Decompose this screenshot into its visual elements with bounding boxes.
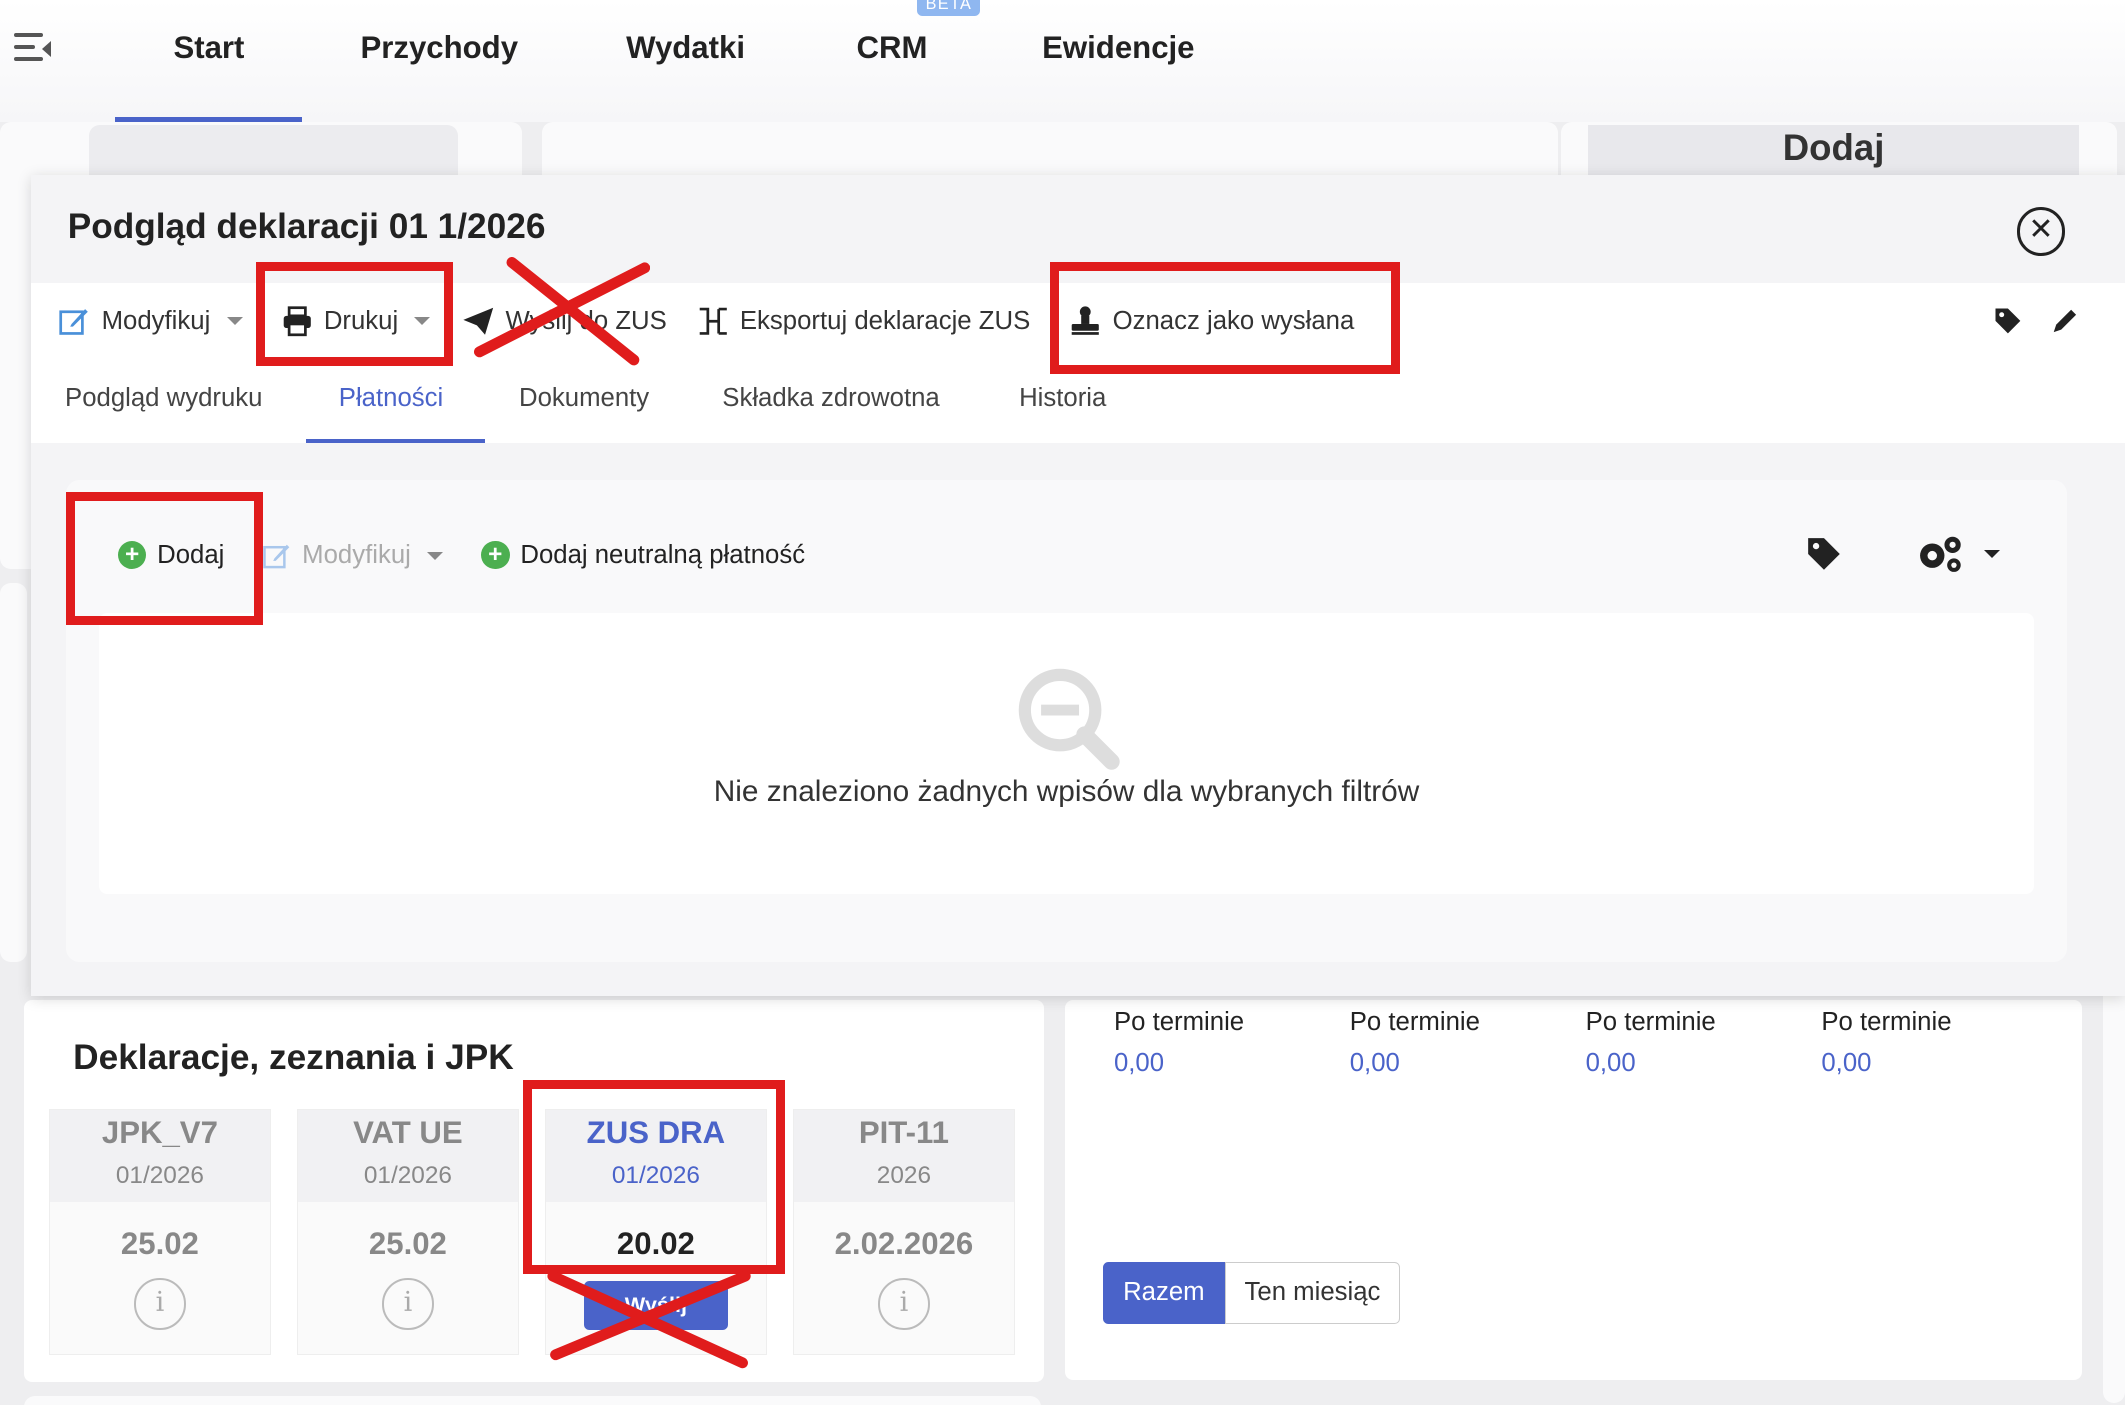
background-add-button[interactable]: Dodaj — [1588, 124, 2079, 179]
modify-payment-button[interactable]: Modyfikuj — [262, 541, 444, 571]
declaration-name: VAT UE — [353, 1114, 463, 1150]
tab-payments[interactable]: Płatności — [339, 384, 443, 413]
declaration-card-jpk[interactable]: JPK_V7 01/2026 25.02 i — [48, 1108, 272, 1356]
info-icon[interactable]: i — [382, 1278, 434, 1330]
declaration-name: PIT-11 — [858, 1114, 949, 1150]
declarations-title: Deklaracje, zeznania i JPK — [73, 1038, 514, 1078]
annotation-highlight-mark-sent — [1050, 261, 1400, 375]
tab-documents[interactable]: Dokumenty — [519, 384, 649, 413]
gears-icon — [1920, 536, 1961, 572]
modify-label: Modyfikuj — [101, 306, 211, 335]
declaration-name: JPK_V7 — [101, 1114, 218, 1150]
annotation-highlight-print — [256, 261, 453, 366]
overdue-label: Po terminie — [1585, 1008, 1716, 1037]
export-zus-label: Eksportuj deklaracje ZUS — [739, 306, 1031, 335]
declaration-due-date: 25.02 — [368, 1226, 447, 1262]
annotation-highlight-zus-dra — [523, 1080, 785, 1274]
plus-circle-icon: + — [481, 540, 510, 570]
nav-wydatki[interactable]: Wydatki — [626, 30, 745, 66]
declaration-period: 01/2026 — [363, 1161, 452, 1189]
chevron-down-icon — [1983, 550, 2000, 559]
chevron-down-icon — [226, 317, 243, 326]
overdue-label: Po terminie — [1349, 1008, 1480, 1037]
background-card — [0, 582, 28, 963]
tag-icon[interactable] — [1805, 535, 1843, 573]
toggle-this-month[interactable]: Ten miesiąc — [1224, 1261, 1401, 1324]
nav-start[interactable]: Start — [173, 30, 244, 66]
overdue-label: Po terminie — [1821, 1008, 1952, 1037]
tab-history[interactable]: Historia — [1019, 384, 1106, 413]
toggle-total[interactable]: Razem — [1103, 1261, 1225, 1324]
modify-button[interactable]: Modyfikuj — [58, 305, 243, 338]
zoom-out-magnifier-icon — [1018, 668, 1120, 770]
modal-title: Podgląd deklaracji 01 1/2026 — [67, 207, 546, 247]
empty-state: Nie znaleziono żadnych wpisów dla wybran… — [98, 612, 2035, 895]
modify-payment-label: Modyfikuj — [302, 541, 411, 570]
declaration-period: 01/2026 — [115, 1161, 204, 1189]
tag-icon[interactable] — [1993, 306, 2023, 336]
settings-dropdown[interactable] — [1916, 534, 2000, 575]
edit-icon — [59, 308, 89, 335]
menu-collapse-icon[interactable] — [13, 32, 55, 71]
tab-print-preview[interactable]: Podgląd wydruku — [65, 384, 262, 413]
overdue-value: 0,00 — [1113, 1048, 1165, 1077]
close-icon[interactable]: ✕ — [2016, 207, 2066, 257]
export-zus-button[interactable]: Eksportuj deklaracje ZUS — [697, 305, 1031, 338]
payments-panel: + Dodaj Modyfikuj + Dodaj neutralną płat… — [66, 479, 2067, 963]
nav-przychody[interactable]: Przychody — [360, 30, 518, 66]
declaration-due-date: 25.02 — [120, 1226, 199, 1262]
add-neutral-payment-label: Dodaj neutralną płatność — [520, 540, 806, 569]
add-neutral-payment-button[interactable]: + Dodaj neutralną płatność — [481, 541, 805, 570]
declaration-due-date: 2.02.2026 — [834, 1226, 974, 1262]
nav-crm[interactable]: CRM — [856, 30, 927, 66]
empty-message: Nie znaleziono żadnych wpisów dla wybran… — [713, 775, 1420, 809]
declaration-card-vat-ue[interactable]: VAT UE 01/2026 25.02 i — [296, 1108, 520, 1356]
overdue-value: 0,00 — [1349, 1048, 1400, 1077]
background-card — [24, 1395, 1041, 1405]
declaration-period: 2026 — [876, 1161, 932, 1189]
active-tab-indicator — [306, 439, 486, 444]
declaration-card-pit-11[interactable]: PIT-11 2026 2.02.2026 i — [792, 1108, 1016, 1356]
overdue-value: 0,00 — [1821, 1048, 1872, 1077]
top-navigation: Start Przychody Wydatki CRM BETA Ewidenc… — [0, 0, 2125, 122]
annotation-highlight-add — [66, 491, 263, 625]
nav-active-indicator — [115, 116, 303, 122]
tab-health-contribution[interactable]: Składka zdrowotna — [722, 384, 939, 413]
overdue-value: 0,00 — [1585, 1048, 1636, 1077]
annotation-cross-send-button — [547, 1271, 751, 1369]
chevron-down-icon — [427, 551, 444, 560]
payment-summary-card: Po terminie 0,00 Po terminie 0,00 Po ter… — [1065, 1000, 2082, 1380]
beta-badge: BETA — [917, 0, 981, 17]
export-icon — [699, 307, 727, 335]
overdue-label: Po terminie — [1113, 1008, 1245, 1037]
info-icon[interactable]: i — [134, 1278, 186, 1330]
pencil-icon[interactable] — [2050, 306, 2080, 336]
annotation-cross-send-zus — [474, 257, 651, 366]
edit-icon — [262, 544, 289, 569]
nav-ewidencje[interactable]: Ewidencje — [1042, 30, 1194, 66]
period-toggle: Razem Ten miesiąc — [1103, 1261, 1401, 1324]
info-icon[interactable]: i — [878, 1278, 930, 1330]
